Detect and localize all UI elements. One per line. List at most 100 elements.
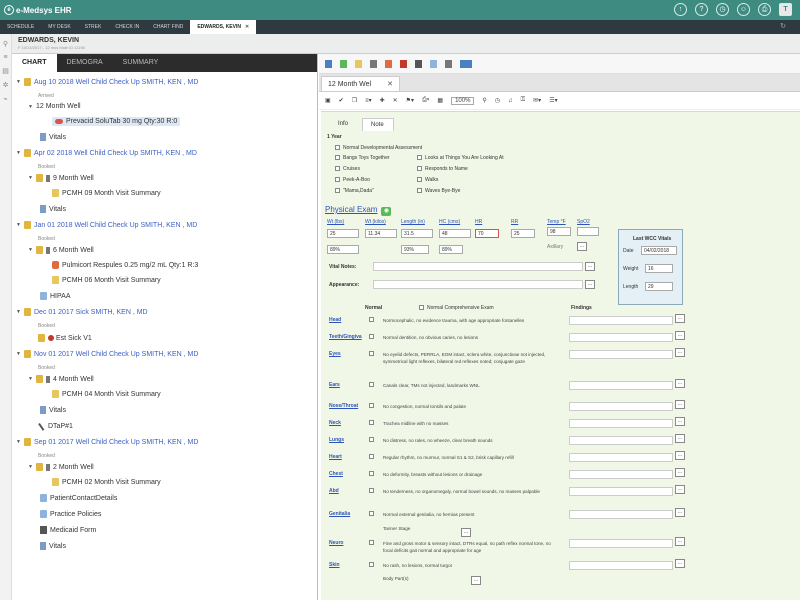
- letter-icon[interactable]: [430, 59, 437, 68]
- tab-chart-find[interactable]: CHART FIND: [146, 20, 190, 34]
- tree-note[interactable]: ▼ 6 Month Well: [28, 246, 94, 254]
- dev-check[interactable]: Cruises: [335, 166, 360, 172]
- tab-note[interactable]: Note: [362, 118, 394, 131]
- checkbox[interactable]: [369, 488, 374, 494]
- tree-medication[interactable]: Pulmicort Respules 0.25 mg/2 mL Qty:1 R:…: [52, 261, 198, 269]
- tree-immunization[interactable]: DTaP#1: [38, 421, 73, 431]
- tree-encounter[interactable]: ▼ Nov 01 2017 Well Child Check Up SMITH, …: [16, 350, 198, 358]
- exam-normal-checkbox[interactable]: [369, 488, 377, 494]
- appearance-more-button[interactable]: ...: [585, 280, 595, 289]
- tree-document[interactable]: Practice Policies: [40, 510, 101, 518]
- spo2-input[interactable]: [577, 227, 599, 236]
- font-icon[interactable]: T: [779, 3, 792, 16]
- checkbox[interactable]: [369, 454, 374, 460]
- exam-findings-input[interactable]: [569, 316, 673, 325]
- dev-check[interactable]: "Mama,Dada": [335, 188, 374, 194]
- checkbox[interactable]: [417, 166, 422, 172]
- tree-document[interactable]: PCMH 04 Month Visit Summary: [52, 390, 161, 398]
- chevron-down-icon[interactable]: ▼: [16, 309, 24, 315]
- temp-input[interactable]: 98: [547, 227, 571, 236]
- exam-normal-checkbox[interactable]: [369, 420, 377, 426]
- tree-encounter[interactable]: ▼ Aug 10 2018 Well Child Check Up SMITH, …: [16, 78, 198, 86]
- vital-notes-more-button[interactable]: ...: [585, 262, 595, 271]
- clipboard-icon[interactable]: ▤: [0, 67, 11, 75]
- chevron-down-icon[interactable]: ▼: [16, 439, 24, 445]
- list-icon[interactable]: ≡▾: [365, 97, 372, 104]
- folder-icon[interactable]: [355, 59, 362, 68]
- checkbox[interactable]: [419, 305, 424, 311]
- exam-findings-input[interactable]: [569, 436, 673, 445]
- dev-check[interactable]: Walks: [417, 177, 438, 183]
- save-icon[interactable]: ▣: [325, 97, 331, 104]
- exam-more-button[interactable]: ...: [675, 434, 685, 443]
- body-parts-more-button[interactable]: ...: [471, 576, 481, 585]
- exam-label[interactable]: Eyes: [329, 351, 341, 357]
- chevron-down-icon[interactable]: ▼: [16, 79, 24, 85]
- tab-schedule[interactable]: SCHEDULE: [0, 20, 41, 34]
- gear-icon[interactable]: ✲: [0, 81, 11, 89]
- checkbox[interactable]: [335, 166, 340, 172]
- tree-note[interactable]: ▼ 2 Month Well: [28, 463, 94, 471]
- chevron-down-icon[interactable]: ▼: [28, 247, 36, 253]
- exam-findings-input[interactable]: [569, 419, 673, 428]
- tanner-more-button[interactable]: ...: [461, 528, 471, 537]
- exam-findings-input[interactable]: [569, 350, 673, 359]
- add-icon[interactable]: [340, 59, 347, 68]
- dev-check[interactable]: Bangs Toys Together: [335, 155, 390, 161]
- rr-input[interactable]: 25: [511, 229, 535, 238]
- checkbox[interactable]: [335, 155, 340, 161]
- appearance-input[interactable]: [373, 280, 583, 289]
- exam-normal-checkbox[interactable]: [369, 334, 377, 340]
- tree-note[interactable]: Est Sick V1: [38, 334, 92, 342]
- exam-normal-checkbox[interactable]: [369, 437, 377, 443]
- exam-more-button[interactable]: ...: [675, 379, 685, 388]
- exam-more-button[interactable]: ...: [675, 559, 685, 568]
- exam-label[interactable]: Lungs: [329, 437, 344, 443]
- close-icon[interactable]: ✕: [393, 97, 398, 104]
- tree-note[interactable]: ▼ 4 Month Well: [28, 375, 94, 383]
- tab-check-in[interactable]: CHECK IN: [108, 20, 146, 34]
- dev-check[interactable]: Looks at Things You Are Looking At: [417, 155, 504, 161]
- prescription-icon[interactable]: [385, 59, 392, 68]
- list-icon[interactable]: ≡: [0, 54, 11, 61]
- bell-icon[interactable]: ♫: [508, 98, 513, 104]
- checkbox[interactable]: [335, 177, 340, 183]
- vital-notes-input[interactable]: [373, 262, 583, 271]
- upload-icon[interactable]: ↑: [674, 3, 687, 16]
- checkbox[interactable]: [417, 177, 422, 183]
- person-icon[interactable]: ⚲: [0, 40, 11, 48]
- exam-more-button[interactable]: ...: [675, 451, 685, 460]
- exam-findings-input[interactable]: [569, 333, 673, 342]
- checkbox[interactable]: [369, 562, 374, 568]
- tree-document[interactable]: HIPAA: [40, 292, 71, 300]
- exam-findings-input[interactable]: [569, 561, 673, 570]
- exam-label[interactable]: Abd: [329, 488, 339, 494]
- hc-input[interactable]: 48: [439, 229, 471, 238]
- calendar-icon[interactable]: [445, 59, 452, 68]
- chevron-down-icon[interactable]: ▼: [16, 222, 24, 228]
- camera-icon[interactable]: ◉: [381, 207, 392, 216]
- tab-strek[interactable]: STREK: [78, 20, 109, 34]
- tree-vitals[interactable]: Vitals: [40, 205, 66, 213]
- hr-input[interactable]: 70: [475, 229, 499, 238]
- chevron-down-icon[interactable]: ▼: [28, 464, 36, 470]
- close-icon[interactable]: ✕: [387, 81, 393, 88]
- tree-document[interactable]: Medicaid Form: [40, 526, 96, 534]
- tree-note[interactable]: ▼ 12 Month Well: [28, 103, 81, 110]
- exam-label[interactable]: Neck: [329, 420, 341, 426]
- print-icon[interactable]: ⎙: [758, 3, 771, 16]
- exam-findings-input[interactable]: [569, 539, 673, 548]
- tree-document[interactable]: PCMH 06 Month Visit Summary: [52, 276, 161, 284]
- tree-encounter[interactable]: ▼ Apr 02 2018 Well Child Check Up SMITH, …: [16, 149, 197, 157]
- tree-encounter[interactable]: ▼ Jan 01 2018 Well Child Check Up SMITH, …: [16, 221, 197, 229]
- menu-icon[interactable]: ☰▾: [549, 97, 557, 104]
- tab-info[interactable]: Info: [330, 118, 362, 131]
- clock-icon[interactable]: ◷: [716, 3, 729, 16]
- tab-chart[interactable]: CHART: [12, 54, 57, 72]
- tab-my-desk[interactable]: MY DESK: [41, 20, 77, 34]
- temp-more-button[interactable]: ...: [577, 242, 587, 251]
- tree-document[interactable]: PatientContactDetails: [40, 494, 117, 502]
- attach-icon[interactable]: [415, 59, 422, 68]
- checkbox[interactable]: [369, 511, 374, 517]
- chevron-down-icon[interactable]: ▼: [28, 104, 36, 110]
